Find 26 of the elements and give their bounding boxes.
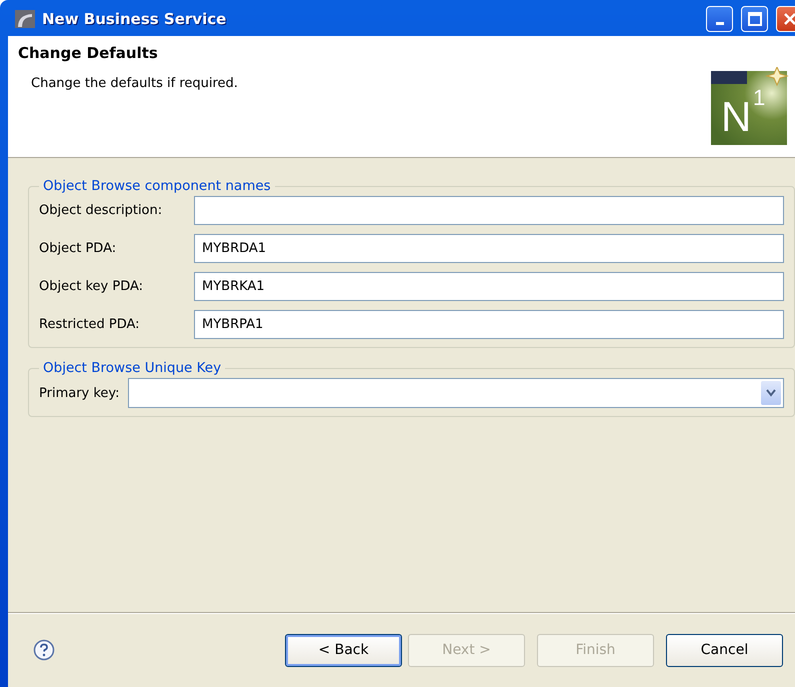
field-label: Primary key: — [39, 386, 120, 400]
close-icon — [782, 12, 795, 26]
page-description: Change the defaults if required. — [30, 76, 239, 91]
text-field[interactable]: MYBRKA1 — [194, 272, 784, 301]
close-button[interactable] — [776, 6, 795, 32]
group-title: Object Browse Unique Key — [42, 360, 222, 376]
page-title: Change Defaults — [18, 44, 159, 62]
wizard-button[interactable]: < Back — [285, 634, 402, 666]
group-title: Object Browse component names — [42, 178, 272, 194]
text-field[interactable] — [194, 196, 784, 225]
text-field[interactable]: MYBRPA1 — [194, 310, 784, 339]
maximize-button[interactable] — [741, 6, 768, 32]
field-label: Object key PDA: — [39, 279, 144, 294]
wizard-button[interactable]: Cancel — [666, 634, 783, 666]
minimize-icon — [716, 22, 724, 24]
field-label: Object PDA: — [39, 241, 118, 256]
help-icon[interactable] — [33, 639, 55, 661]
window-icon — [14, 9, 36, 29]
field-label: Restricted PDA: — [39, 317, 141, 332]
chevron-down-icon — [766, 389, 776, 397]
field-label: Object description: — [39, 203, 164, 218]
text-field[interactable]: MYBRDA1 — [194, 234, 784, 263]
dropdown-field[interactable] — [128, 378, 784, 408]
minimize-button[interactable] — [706, 6, 733, 32]
window-title: New Business Service — [42, 10, 228, 28]
maximize-icon — [748, 12, 762, 26]
